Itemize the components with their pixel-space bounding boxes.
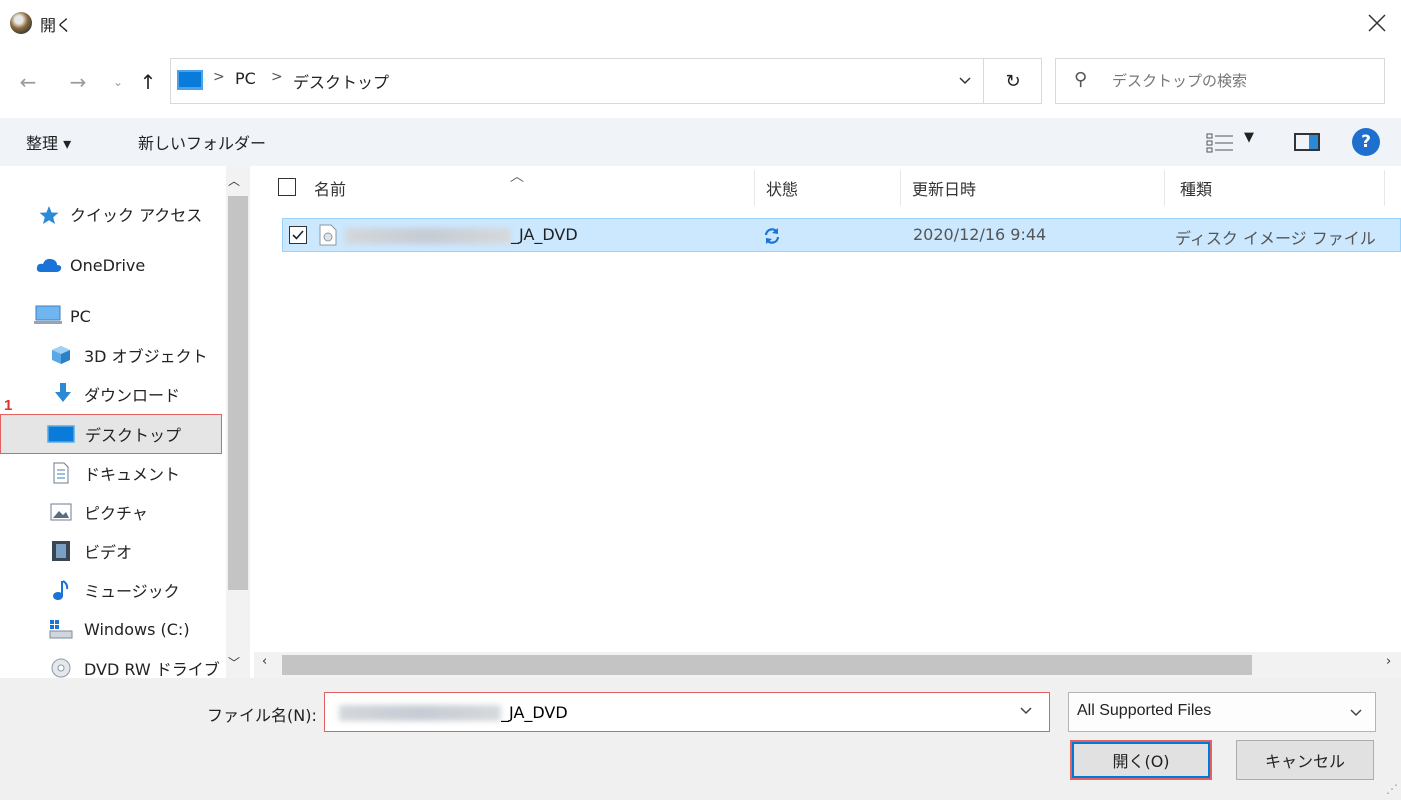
view-options-icon[interactable]	[1205, 132, 1235, 154]
sidebar-item-downloads[interactable]: ダウンロード	[0, 374, 222, 414]
help-icon[interactable]: ?	[1352, 128, 1380, 156]
file-modified: 2020/12/16 9:44	[913, 225, 1047, 244]
filetype-chevron-down-icon[interactable]	[1349, 701, 1363, 725]
new-folder-button[interactable]: 新しいフォルダー	[138, 130, 266, 154]
sort-ascending-icon: ︿	[510, 169, 524, 185]
sidebar-item-dvd-drive[interactable]: DVD RW ドライブ (	[0, 648, 231, 678]
cancel-button[interactable]: キャンセル	[1236, 740, 1374, 780]
disc-image-file-icon	[319, 224, 337, 246]
forward-arrow-icon[interactable]: →	[64, 64, 92, 100]
sidebar-item-pictures[interactable]: ピクチャ	[0, 492, 222, 532]
address-bar[interactable]: > PC > デスクトップ ↻	[170, 58, 1042, 104]
sidebar-item-music[interactable]: ミュージック	[0, 570, 222, 610]
search-icon: ⚲	[1074, 69, 1088, 90]
column-divider[interactable]	[900, 170, 901, 206]
scroll-right-chevron-icon[interactable]: ›	[1386, 654, 1391, 669]
sidebar-item-desktop[interactable]: デスクトップ	[0, 414, 222, 454]
filetype-value: All Supported Files	[1077, 702, 1212, 719]
sidebar-item-3d-objects[interactable]: 3D オブジェクト	[0, 335, 222, 375]
column-header-name[interactable]: 名前	[314, 176, 346, 200]
pc-icon	[34, 305, 62, 324]
select-all-checkbox[interactable]	[278, 178, 296, 196]
navigation-pane: クイック アクセス OneDrive PC 3D オブジェクト ダウンロード デ…	[0, 166, 254, 678]
filename-combobox[interactable]	[324, 692, 1050, 732]
file-name: _JA_DVD	[511, 225, 578, 244]
filename-input[interactable]	[501, 699, 1001, 725]
resize-grip-icon[interactable]: ⋰	[1386, 782, 1398, 796]
breadcrumb-desktop[interactable]: デスクトップ	[293, 69, 389, 93]
address-chevron-down-icon[interactable]	[947, 59, 983, 103]
column-divider[interactable]	[1164, 170, 1165, 206]
video-icon	[52, 541, 70, 561]
search-box[interactable]: ⚲	[1055, 58, 1385, 104]
scroll-up-chevron-icon[interactable]: ︿	[228, 172, 240, 189]
redacted-filename	[345, 228, 511, 244]
search-input[interactable]	[1112, 67, 1372, 95]
back-arrow-icon[interactable]: ←	[14, 64, 42, 100]
row-checkbox[interactable]	[289, 226, 307, 244]
horizontal-scrollbar[interactable]: ‹ ›	[254, 652, 1401, 678]
download-arrow-icon	[55, 383, 71, 402]
recent-chevron-down-icon[interactable]: ⌄	[104, 64, 132, 100]
cube-icon	[52, 346, 70, 364]
app-icon	[10, 12, 32, 34]
filename-label: ファイル名(N):	[207, 706, 317, 725]
horizontal-scrollbar-thumb[interactable]	[282, 655, 1252, 675]
cloud-icon	[36, 258, 62, 272]
dialog-footer: ファイル名(N): All Supported Files 開く(O) キャンセ…	[0, 678, 1401, 800]
window-title: 開く	[40, 16, 73, 35]
column-header-status[interactable]: 状態	[766, 176, 798, 200]
column-divider[interactable]	[1384, 170, 1385, 206]
column-header-type[interactable]: 種類	[1180, 176, 1212, 200]
close-icon[interactable]	[1364, 10, 1390, 36]
file-row[interactable]: _JA_DVD 2020/12/16 9:44 ディスク イメージ ファイル	[282, 218, 1401, 252]
step-badge-1: 1	[4, 397, 13, 414]
music-note-icon	[53, 580, 69, 600]
sidebar-item-quick-access[interactable]: クイック アクセス	[0, 194, 222, 234]
desktop-icon	[47, 425, 75, 443]
up-arrow-icon[interactable]: ↑	[134, 64, 162, 100]
breadcrumb-pc[interactable]: PC	[235, 69, 256, 88]
address-divider	[983, 59, 984, 103]
file-list: ︿ 名前 状態 更新日時 種類 _JA_DVD 2020/12/16 9:44 …	[254, 166, 1401, 678]
title-bar: 開く	[0, 0, 1401, 48]
scroll-down-chevron-icon[interactable]: ﹀	[228, 654, 240, 671]
filename-chevron-down-icon[interactable]	[1019, 699, 1033, 723]
star-icon	[39, 206, 59, 224]
file-type: ディスク イメージ ファイル	[1175, 229, 1376, 248]
filetype-select[interactable]: All Supported Files	[1068, 692, 1376, 732]
column-divider[interactable]	[754, 170, 755, 206]
picture-icon	[50, 503, 72, 521]
breadcrumb-separator: >	[271, 69, 283, 85]
breadcrumb-separator: >	[213, 69, 225, 85]
sidebar-item-onedrive[interactable]: OneDrive	[0, 245, 222, 285]
refresh-icon[interactable]: ↻	[993, 59, 1033, 103]
sidebar-item-pc[interactable]: PC	[0, 296, 222, 336]
view-chevron-down-icon[interactable]: ▼	[1244, 130, 1254, 145]
sidebar-item-windows-c[interactable]: Windows (C:)	[0, 609, 222, 649]
column-header-modified[interactable]: 更新日時	[912, 176, 976, 200]
command-bar: 整理 ▾ 新しいフォルダー ▼ ?	[0, 118, 1401, 166]
redacted-filename	[339, 705, 501, 721]
disc-icon	[51, 658, 71, 678]
sidebar-item-documents[interactable]: ドキュメント	[0, 453, 222, 493]
scroll-left-chevron-icon[interactable]: ‹	[262, 654, 267, 669]
sync-icon	[764, 228, 780, 244]
organize-button[interactable]: 整理 ▾	[26, 130, 71, 154]
sidebar-item-videos[interactable]: ビデオ	[0, 531, 222, 571]
sidebar-scrollbar-thumb[interactable]	[228, 196, 248, 590]
preview-pane-icon[interactable]	[1294, 133, 1320, 151]
document-icon	[53, 462, 69, 484]
open-button[interactable]: 開く(O)	[1070, 740, 1212, 780]
desktop-icon	[177, 70, 203, 90]
drive-icon	[49, 620, 73, 639]
